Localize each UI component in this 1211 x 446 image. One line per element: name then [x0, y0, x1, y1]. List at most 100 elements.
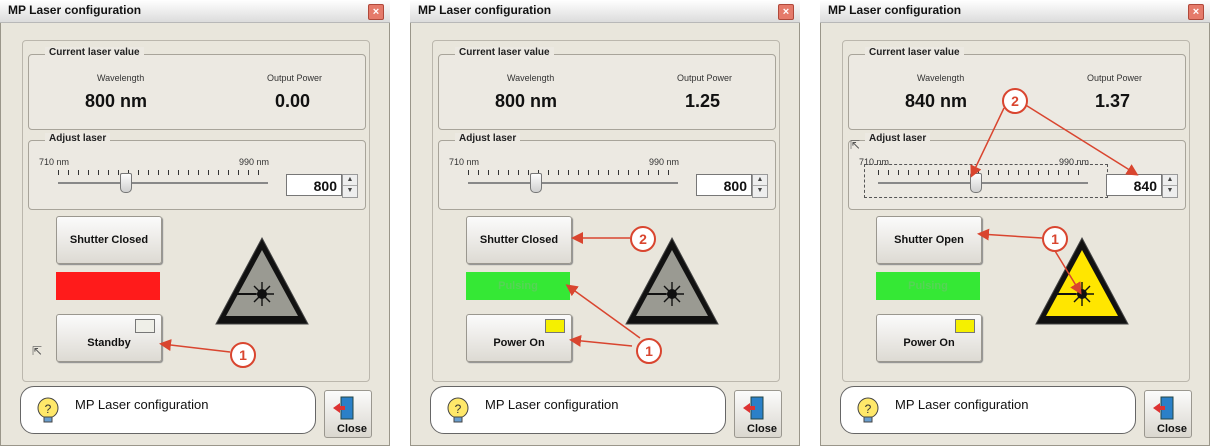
- spin-down-icon[interactable]: ▼: [753, 186, 767, 196]
- status-indicator: Pulsing: [876, 272, 980, 300]
- slider-ticks: [878, 170, 1088, 175]
- close-label: Close: [337, 423, 367, 435]
- exit-door-icon: [1153, 396, 1174, 420]
- title-bar[interactable]: MP Laser configuration ×: [410, 0, 800, 23]
- wavelength-spin-input[interactable]: 800: [286, 174, 342, 196]
- slider-thumb[interactable]: [120, 173, 133, 193]
- status-indicator: Pulsing: [466, 272, 570, 300]
- exit-door-icon: [743, 396, 764, 420]
- slider-ticks: [58, 170, 268, 175]
- help-bulb-icon: ?: [447, 397, 469, 423]
- window-close-icon[interactable]: ×: [368, 4, 384, 20]
- callout-two: 2: [630, 226, 656, 252]
- power-indicator-light: [545, 319, 565, 333]
- range-min-label: 710 nm: [39, 157, 70, 167]
- power-button-label: Power On: [903, 337, 955, 349]
- spin-down-icon[interactable]: ▼: [1163, 186, 1177, 196]
- message-bar: ? MP Laser configuration: [430, 386, 726, 434]
- laser-config-window: MP Laser configuration × Current laser v…: [410, 0, 800, 446]
- power-indicator-light: [135, 319, 155, 333]
- output-power-heading: Output Power: [677, 73, 733, 83]
- title-bar[interactable]: MP Laser configuration ×: [0, 0, 390, 23]
- window-close-icon[interactable]: ×: [778, 4, 794, 20]
- wavelength-heading: Wavelength: [917, 73, 965, 83]
- message-bar: ? MP Laser configuration: [840, 386, 1136, 434]
- power-indicator-light: [955, 319, 975, 333]
- svg-text:?: ?: [45, 402, 52, 416]
- wavelength-value: 800 nm: [85, 91, 148, 111]
- wavelength-slider[interactable]: [458, 168, 694, 194]
- output-power-heading: Output Power: [1087, 73, 1143, 83]
- slider-thumb[interactable]: [969, 173, 982, 193]
- power-button[interactable]: Power On: [876, 314, 982, 362]
- wavelength-slider[interactable]: [864, 164, 1108, 198]
- wavelength-spin-input[interactable]: 800: [696, 174, 752, 196]
- callout-one: 1: [230, 342, 256, 368]
- wavelength-heading: Wavelength: [97, 73, 145, 83]
- mouse-cursor-icon: ⇱: [850, 138, 861, 152]
- spin-up-icon[interactable]: ▲: [343, 175, 357, 186]
- svg-text:?: ?: [865, 402, 872, 416]
- close-button[interactable]: Close: [324, 390, 372, 438]
- message-text: MP Laser configuration: [75, 397, 209, 412]
- power-button[interactable]: Power On: [466, 314, 572, 362]
- wavelength-spin-buttons[interactable]: ▲ ▼: [1162, 174, 1178, 198]
- window-title: MP Laser configuration: [8, 3, 142, 17]
- shutter-button[interactable]: Shutter Open: [876, 216, 982, 264]
- current-laser-label: Current laser value: [865, 47, 964, 58]
- current-laser-group: Current laser value Wavelength Output Po…: [28, 47, 366, 130]
- spin-up-icon[interactable]: ▲: [1163, 175, 1177, 186]
- close-label: Close: [747, 423, 777, 435]
- power-button-label: Standby: [87, 337, 131, 349]
- window-title: MP Laser configuration: [418, 3, 552, 17]
- mouse-cursor-icon: ⇱: [32, 344, 43, 358]
- range-max-label: 990 nm: [1059, 157, 1090, 167]
- output-power-value: 1.25: [685, 91, 721, 111]
- message-text: MP Laser configuration: [485, 397, 619, 412]
- shutter-button[interactable]: Shutter Closed: [56, 216, 162, 264]
- slider-track: [58, 182, 268, 184]
- range-max-label: 990 nm: [649, 157, 680, 167]
- slider-track: [878, 182, 1088, 184]
- wavelength-slider[interactable]: [48, 168, 284, 194]
- callout-one: 1: [1042, 226, 1068, 252]
- range-min-label: 710 nm: [859, 157, 890, 167]
- help-bulb-icon: ?: [857, 397, 879, 423]
- output-power-value: 0.00: [275, 91, 311, 111]
- exit-door-icon: [333, 396, 354, 420]
- spin-down-icon[interactable]: ▼: [343, 186, 357, 196]
- wavelength-value: 800 nm: [495, 91, 558, 111]
- spin-up-icon[interactable]: ▲: [753, 175, 767, 186]
- adjust-laser-label: Adjust laser: [455, 133, 521, 144]
- output-power-heading: Output Power: [267, 73, 323, 83]
- shutter-button[interactable]: Shutter Closed: [466, 216, 572, 264]
- callout-two: 2: [1002, 88, 1028, 114]
- window-title: MP Laser configuration: [828, 3, 962, 17]
- wavelength-spin-buttons[interactable]: ▲ ▼: [342, 174, 358, 198]
- wavelength-spin-buttons[interactable]: ▲ ▼: [752, 174, 768, 198]
- current-laser-label: Current laser value: [45, 47, 144, 58]
- adjust-laser-label: Adjust laser: [45, 133, 111, 144]
- close-button[interactable]: Close: [1144, 390, 1192, 438]
- slider-thumb[interactable]: [530, 173, 543, 193]
- message-bar: ? MP Laser configuration: [20, 386, 316, 434]
- laser-warning-icon: [215, 236, 309, 325]
- window-close-icon[interactable]: ×: [1188, 4, 1204, 20]
- wavelength-value: 840 nm: [905, 91, 968, 111]
- adjust-laser-label: Adjust laser: [865, 133, 931, 144]
- title-bar[interactable]: MP Laser configuration ×: [820, 0, 1210, 23]
- close-button[interactable]: Close: [734, 390, 782, 438]
- laser-config-window: MP Laser configuration × Current laser v…: [820, 0, 1210, 446]
- wavelength-spin-input[interactable]: 840: [1106, 174, 1162, 196]
- status-indicator: [56, 272, 160, 300]
- message-text: MP Laser configuration: [895, 397, 1029, 412]
- power-button-label: Power On: [493, 337, 545, 349]
- slider-ticks: [468, 170, 678, 175]
- range-max-label: 990 nm: [239, 157, 270, 167]
- power-button[interactable]: Standby: [56, 314, 162, 362]
- current-laser-group: Current laser value Wavelength Output Po…: [438, 47, 776, 130]
- wavelength-heading: Wavelength: [507, 73, 555, 83]
- output-power-value: 1.37: [1095, 91, 1131, 111]
- svg-text:?: ?: [455, 402, 462, 416]
- slider-track: [468, 182, 678, 184]
